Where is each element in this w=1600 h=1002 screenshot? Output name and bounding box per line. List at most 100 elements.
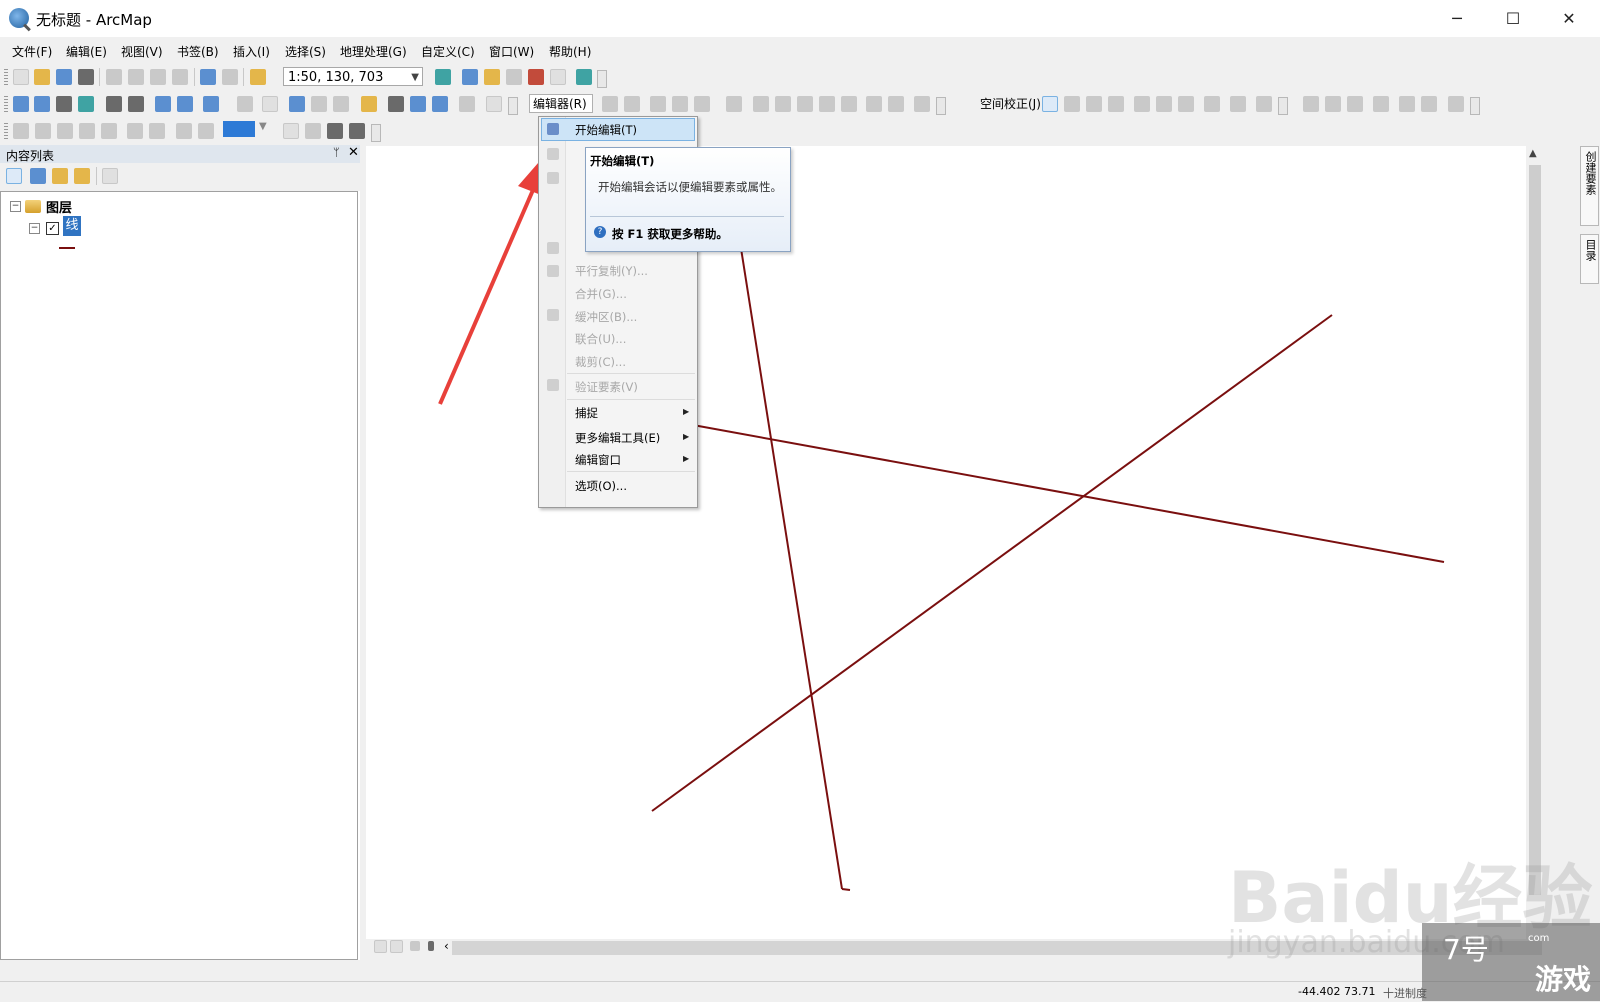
toolbar-overflow[interactable] bbox=[597, 70, 607, 88]
add-data-icon[interactable] bbox=[250, 69, 266, 85]
save-icon[interactable] bbox=[56, 69, 72, 85]
zoom-whole-page-icon[interactable] bbox=[79, 123, 95, 139]
topology-edit-icon[interactable] bbox=[1325, 96, 1341, 112]
create-features-icon[interactable] bbox=[914, 96, 930, 112]
toggle-draft-mode-icon[interactable] bbox=[283, 123, 299, 139]
line-symbol-swatch[interactable] bbox=[59, 247, 75, 249]
straight-segment-icon[interactable] bbox=[650, 96, 666, 112]
redo-icon[interactable] bbox=[222, 69, 238, 85]
close-icon[interactable]: ✕ bbox=[348, 145, 359, 160]
pan-icon[interactable] bbox=[56, 96, 72, 112]
list-by-source-icon[interactable] bbox=[30, 168, 46, 184]
chevron-down-icon[interactable]: ▼ bbox=[411, 68, 419, 87]
model-builder-icon[interactable] bbox=[576, 69, 592, 85]
fix-topology-icon[interactable] bbox=[1399, 96, 1415, 112]
menu-selection[interactable]: 选择(S) bbox=[285, 43, 326, 60]
layout-fixed-zoom-in-icon[interactable] bbox=[127, 123, 143, 139]
pause-drawing-icon[interactable] bbox=[428, 941, 434, 951]
adjustment-preview-icon[interactable] bbox=[1230, 96, 1246, 112]
layout-zoom-in-icon[interactable] bbox=[13, 123, 29, 139]
attribute-transfer-icon[interactable] bbox=[1256, 96, 1272, 112]
change-layout-icon[interactable] bbox=[327, 123, 343, 139]
menu-view[interactable]: 视图(V) bbox=[121, 43, 163, 60]
list-by-visibility-icon[interactable] bbox=[52, 168, 68, 184]
multiple-displacement-icon[interactable] bbox=[1108, 96, 1124, 112]
line-feature-1-tail[interactable] bbox=[841, 888, 851, 891]
copy-icon[interactable] bbox=[128, 69, 144, 85]
identify-icon[interactable] bbox=[289, 96, 305, 112]
layout-pan-icon[interactable] bbox=[57, 123, 73, 139]
toolbar-overflow[interactable] bbox=[1470, 97, 1480, 115]
fixed-zoom-out-icon[interactable] bbox=[128, 96, 144, 112]
time-slider-icon[interactable] bbox=[459, 96, 475, 112]
new-identity-link-icon[interactable] bbox=[1134, 96, 1150, 112]
menu-insert[interactable]: 插入(I) bbox=[233, 43, 270, 60]
point-icon[interactable] bbox=[726, 96, 742, 112]
editor-dropdown-button[interactable]: 编辑器(R) ▼ bbox=[529, 94, 593, 128]
modify-link-icon[interactable] bbox=[1086, 96, 1102, 112]
menu-help[interactable]: 帮助(H) bbox=[549, 43, 591, 60]
data-driven-pages-icon[interactable] bbox=[349, 123, 365, 139]
goto-xy-icon[interactable] bbox=[432, 96, 448, 112]
trace-icon[interactable] bbox=[694, 96, 710, 112]
full-extent-icon[interactable] bbox=[78, 96, 94, 112]
toolbar-grip[interactable] bbox=[4, 123, 8, 139]
create-viewer-icon[interactable] bbox=[486, 96, 502, 112]
cut-icon[interactable] bbox=[106, 69, 122, 85]
focus-data-frame-icon[interactable] bbox=[305, 123, 321, 139]
zoom-100-icon[interactable] bbox=[101, 123, 117, 139]
zoom-in-icon[interactable] bbox=[13, 96, 29, 112]
select-features-icon[interactable] bbox=[203, 96, 219, 112]
print-icon[interactable] bbox=[78, 69, 94, 85]
delete-icon[interactable] bbox=[172, 69, 188, 85]
zoom-percent-combobox[interactable]: ▼ bbox=[223, 121, 271, 137]
back-extent-icon[interactable] bbox=[155, 96, 171, 112]
layer-visibility-checkbox[interactable]: ✓ bbox=[46, 222, 59, 235]
layer-name-line[interactable]: 线 bbox=[63, 216, 81, 236]
edit-tool-icon[interactable] bbox=[602, 96, 618, 112]
menu-item-editing-windows[interactable]: 编辑窗口 bbox=[575, 452, 621, 468]
vertical-scroll-thumb[interactable] bbox=[1529, 165, 1541, 895]
refresh-icon[interactable] bbox=[410, 941, 420, 951]
layout-fixed-zoom-out-icon[interactable] bbox=[149, 123, 165, 139]
tab-catalog[interactable]: 目录 bbox=[1580, 234, 1599, 284]
layout-zoom-out-icon[interactable] bbox=[35, 123, 51, 139]
open-folder-icon[interactable] bbox=[34, 69, 50, 85]
map-scale-combobox[interactable]: 1:50, 130, 703 ▼ bbox=[283, 67, 423, 86]
menu-edit[interactable]: 编辑(E) bbox=[66, 43, 107, 60]
topology-options-icon[interactable] bbox=[1448, 96, 1464, 112]
maximize-button[interactable]: ☐ bbox=[1484, 0, 1542, 37]
toolbar-overflow[interactable] bbox=[371, 124, 381, 142]
hyperlink-icon[interactable] bbox=[311, 96, 327, 112]
list-by-selection-icon[interactable] bbox=[74, 168, 90, 184]
forward-extent-icon[interactable] bbox=[177, 96, 193, 112]
new-document-icon[interactable] bbox=[13, 69, 29, 85]
menu-file[interactable]: 文件(F) bbox=[12, 43, 52, 60]
line-feature-2[interactable] bbox=[692, 424, 1445, 563]
validate-topology-icon[interactable] bbox=[1373, 96, 1389, 112]
end-point-arc-icon[interactable] bbox=[672, 96, 688, 112]
data-view-icon[interactable] bbox=[374, 940, 387, 953]
line-feature-3[interactable] bbox=[651, 314, 1333, 812]
edit-vertices-icon[interactable] bbox=[753, 96, 769, 112]
list-by-drawing-order-icon[interactable] bbox=[6, 168, 22, 184]
select-elements-arrow-icon[interactable] bbox=[1042, 96, 1058, 112]
find-icon[interactable] bbox=[388, 96, 404, 112]
toolbar-grip[interactable] bbox=[4, 69, 8, 85]
menu-item-more-editing-tools[interactable]: 更多编辑工具(E) bbox=[575, 430, 660, 446]
pin-icon[interactable]: ᛘ bbox=[333, 146, 340, 159]
arctoolbox-icon[interactable] bbox=[484, 69, 500, 85]
minimize-button[interactable]: ─ bbox=[1428, 0, 1486, 37]
menu-windows[interactable]: 窗口(W) bbox=[489, 43, 534, 60]
reshape-icon[interactable] bbox=[775, 96, 791, 112]
editor-toolbar-icon[interactable] bbox=[435, 69, 451, 85]
layers-root-label[interactable]: 图层 bbox=[46, 197, 72, 216]
chevron-down-icon[interactable]: ▼ bbox=[259, 121, 267, 132]
toolbar-grip[interactable] bbox=[4, 96, 8, 112]
new-limited-adjustment-icon[interactable] bbox=[1156, 96, 1172, 112]
clear-selection-icon[interactable] bbox=[237, 96, 253, 112]
menu-customize[interactable]: 自定义(C) bbox=[421, 43, 475, 60]
spatial-adjustment-dropdown[interactable]: 空间校正(J) ▼ bbox=[980, 95, 1051, 112]
new-displacement-link-icon[interactable] bbox=[1064, 96, 1080, 112]
edge-match-icon[interactable] bbox=[1303, 96, 1319, 112]
